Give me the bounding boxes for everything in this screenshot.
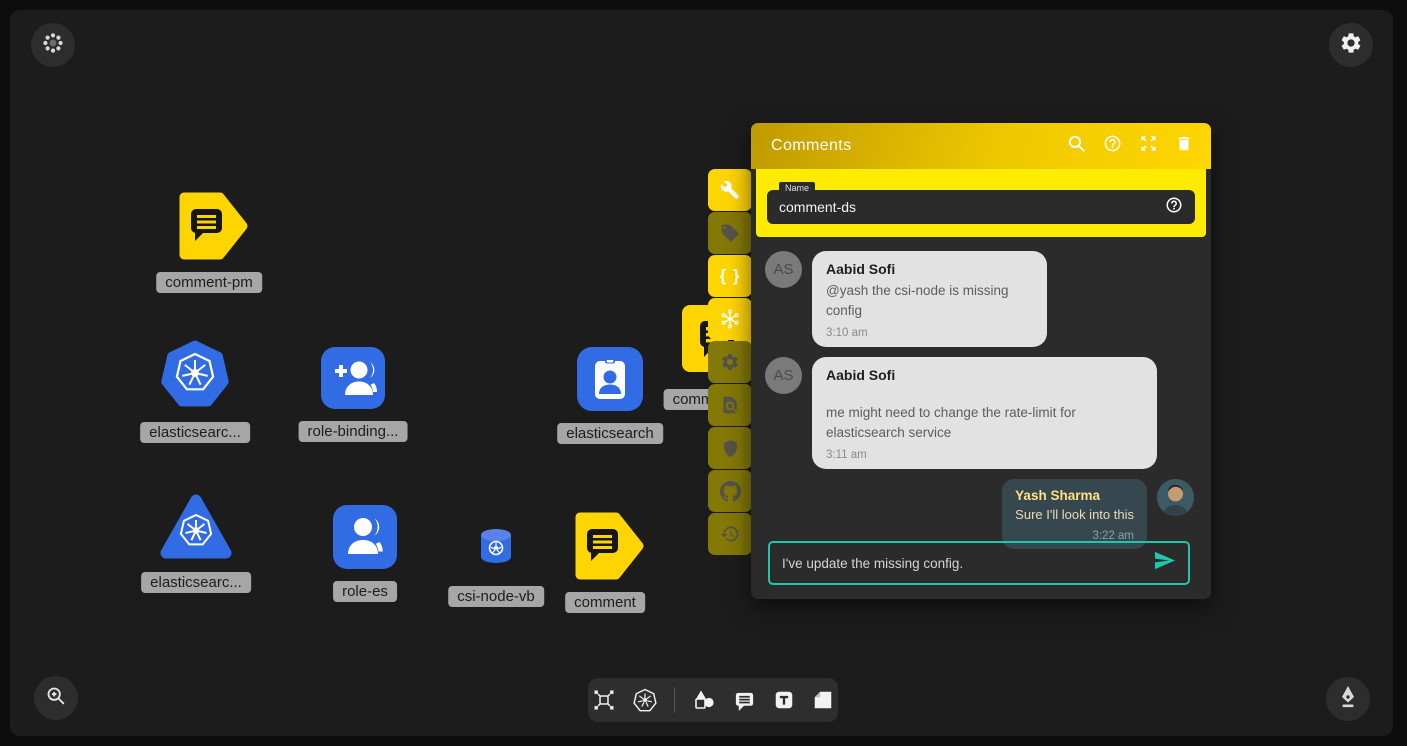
braces-icon: { } [720, 266, 741, 286]
toolbar-github-button[interactable] [708, 470, 752, 512]
chat-message-input[interactable] [782, 556, 1153, 571]
canvas-node-comment-pm[interactable]: comment-pm [170, 192, 248, 260]
help-icon[interactable] [1103, 134, 1122, 158]
search-icon[interactable] [1067, 134, 1086, 158]
github-icon [720, 481, 741, 502]
toolbar-configure-button[interactable] [708, 169, 752, 211]
toolbar-settings-button[interactable] [708, 341, 752, 383]
message-row: Yash Sharma Sure I'll look into this 3:2… [765, 479, 1199, 549]
message-author: Aabid Sofi [826, 367, 1143, 383]
avatar: AS [765, 251, 802, 288]
avatar-photo [1157, 479, 1194, 516]
toolbar-json-button[interactable]: { } [708, 255, 752, 297]
node-label: comment-pm [156, 272, 262, 293]
pen-nib-icon [1337, 685, 1359, 714]
flower-icon [42, 32, 64, 59]
toolbar-relationships-button[interactable] [708, 298, 752, 340]
message-time: 3:11 am [826, 449, 1143, 461]
node-label: elasticsearch [557, 423, 663, 444]
note-tool-icon[interactable] [812, 689, 834, 711]
zoom-button[interactable] [34, 676, 78, 720]
shield-icon [721, 438, 740, 458]
settings-gear-icon [1339, 31, 1363, 60]
message-author: Yash Sharma [1015, 488, 1134, 503]
node-label: elasticsearc... [140, 422, 250, 443]
canvas-tools-toolbar [588, 678, 838, 722]
canvas-node-role-binding[interactable]: role-binding... [321, 347, 385, 409]
message-bubble: Aabid Sofi me might need to change the r… [812, 357, 1157, 469]
canvas-node-elasticsearch-3[interactable]: elasticsearc... [160, 493, 232, 560]
shapes-icon[interactable] [692, 688, 716, 712]
toolbar-security-button[interactable] [708, 427, 752, 469]
design-canvas[interactable]: comment-pm elasticsearc... [10, 10, 1393, 736]
history-icon [720, 524, 740, 544]
message-text: Sure I'll look into this [1015, 506, 1134, 525]
wrench-icon [720, 180, 740, 200]
toolbar-divider [674, 687, 675, 713]
field-help-icon[interactable] [1165, 196, 1183, 219]
toolbar-labels-button[interactable] [708, 212, 752, 254]
message-row: AS Aabid Sofi me might need to change th… [765, 357, 1199, 469]
comments-panel-header: Comments [751, 123, 1211, 169]
zoom-in-icon [45, 685, 67, 712]
storage-cylinder-icon [481, 529, 511, 563]
canvas-node-csi-node-vb[interactable]: csi-node-vb [479, 528, 513, 564]
message-text: me might need to change the rate-limit f… [826, 403, 1143, 442]
toolbar-history-button[interactable] [708, 513, 752, 555]
message-bubble: Yash Sharma Sure I'll look into this 3:2… [1002, 479, 1147, 549]
hub-icon [719, 308, 741, 330]
topology-icon[interactable] [592, 688, 616, 712]
node-label: elasticsearc... [141, 572, 251, 593]
node-label: comment [565, 592, 645, 613]
message-author: Aabid Sofi [826, 261, 1033, 277]
message-bubble: Aabid Sofi @yash the csi-node is missing… [812, 251, 1047, 347]
kubernetes-icon[interactable] [633, 688, 657, 712]
id-badge-icon [595, 359, 625, 400]
node-action-toolbar: { } [708, 169, 752, 556]
comments-panel: Comments Name AS Aabid Sofi @yash the cs… [751, 123, 1211, 599]
toolbar-inspect-button[interactable] [708, 384, 752, 426]
trash-icon[interactable] [1175, 134, 1193, 158]
message-text: @yash the csi-node is missing config [826, 281, 1033, 320]
node-label: role-es [333, 581, 397, 602]
name-input[interactable] [779, 199, 1165, 215]
name-field-label: Name [779, 182, 815, 194]
app-menu-button[interactable] [31, 23, 75, 67]
avatar: AS [765, 357, 802, 394]
send-icon[interactable] [1153, 549, 1176, 577]
message-row: AS Aabid Sofi @yash the csi-node is miss… [765, 251, 1199, 347]
gear-icon [720, 352, 740, 372]
canvas-node-elasticsearch-1[interactable]: elasticsearc... [160, 340, 230, 410]
comment-tool-icon[interactable] [733, 689, 756, 712]
node-label: csi-node-vb [448, 586, 544, 607]
canvas-node-comment[interactable]: comment [566, 512, 644, 580]
tag-icon [720, 223, 740, 243]
pen-tool-button[interactable] [1326, 677, 1370, 721]
name-field-section: Name [756, 169, 1206, 237]
doc-search-icon [720, 395, 740, 415]
message-list: AS Aabid Sofi @yash the csi-node is miss… [751, 237, 1211, 549]
chat-input-row [768, 541, 1190, 585]
expand-icon[interactable] [1139, 134, 1158, 158]
panel-title: Comments [771, 137, 1067, 155]
canvas-node-role-es[interactable]: role-es [333, 505, 397, 569]
canvas-node-elasticsearch-2[interactable]: elasticsearch [577, 347, 643, 411]
message-time: 3:10 am [826, 327, 1033, 339]
settings-button[interactable] [1329, 23, 1373, 67]
node-label: role-binding... [299, 421, 408, 442]
text-tool-icon[interactable] [773, 689, 795, 711]
